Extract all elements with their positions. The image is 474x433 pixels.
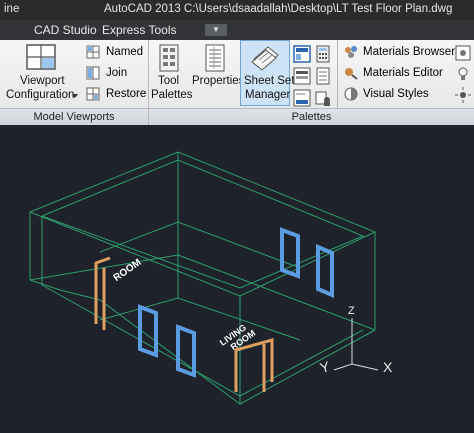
visual-styles-button[interactable]: Visual Styles [344,87,452,103]
dbconnect-icon[interactable] [314,89,332,107]
sun-icon[interactable] [455,87,471,103]
viewport-configuration-icon [26,44,56,70]
title-left-text: ine [4,3,20,15]
axis-z-label: Z [348,305,355,317]
window-title: AutoCAD 2013 C:\Users\dsaadallah\Desktop… [104,3,453,15]
tool-palettes-button[interactable]: Tool Palettes [150,42,193,106]
join-viewports-icon [86,66,100,80]
named-viewports-button[interactable]: Named [86,45,146,61]
named-viewports-icon [86,45,100,59]
properties-button[interactable]: Properties [191,42,244,106]
title-bar: ine AutoCAD 2013 C:\Users\dsaadallah\Des… [0,0,474,20]
viewport-configuration-button[interactable]: Viewport Configuration [4,42,78,106]
properties-label: Properties [192,75,245,87]
restore-viewports-button[interactable]: Restore [86,87,146,103]
restore-label: Restore [106,88,147,100]
sheet-set-manager-label-2: Manager [245,89,291,101]
ribbon-tab-bar: CAD Studio Express Tools ▼ [0,20,474,40]
markup-set-icon[interactable] [314,67,332,85]
join-label: Join [106,67,128,79]
floor-plan-wireframe [29,151,379,405]
sheet-set-manager-label-1: Sheet Set [244,75,295,87]
materials-editor-label: Materials Editor [363,67,443,79]
restore-viewports-icon [86,87,100,101]
command-line-icon[interactable] [293,89,311,107]
materials-browser-label: Materials Browser [363,46,456,58]
drawing-viewport[interactable]: ROOM LIVING ROOM Z X Y [0,125,474,433]
tab-express-tools[interactable]: Express Tools [102,23,176,37]
materials-editor-icon [345,68,358,80]
tab-overflow-button[interactable]: ▼ [205,24,227,36]
properties-icon [205,44,225,72]
tool-palettes-label-2: Palettes [151,89,193,101]
materials-editor-button[interactable]: Materials Editor [344,66,452,82]
viewport-configuration-label-1: Viewport [20,75,65,87]
axis-x-label: X [383,359,393,375]
layer-properties-icon[interactable] [293,67,311,85]
sun-properties-icon[interactable] [455,45,471,61]
tab-cad-studio[interactable]: CAD Studio [34,23,97,37]
visual-styles-icon [344,87,358,101]
materials-browser-icon [345,46,357,58]
tool-palettes-icon [159,44,179,72]
sheet-set-manager-icon [251,46,279,71]
calculator-icon[interactable] [314,45,332,63]
named-label: Named [106,46,144,58]
panel-title-palettes: Palettes [149,108,474,125]
design-center-icon[interactable] [293,45,311,63]
viewport-configuration-label-2: Configuration [6,89,75,101]
visual-styles-label: Visual Styles [363,88,429,100]
join-viewports-button[interactable]: Join [86,66,146,82]
tool-palettes-label-1: Tool [158,75,180,87]
panel-title-model-viewports: Model Viewports [0,108,148,125]
chevron-down-icon [72,94,78,98]
lights-in-model-icon[interactable] [455,66,471,82]
materials-browser-button[interactable]: Materials Browser [344,45,456,61]
